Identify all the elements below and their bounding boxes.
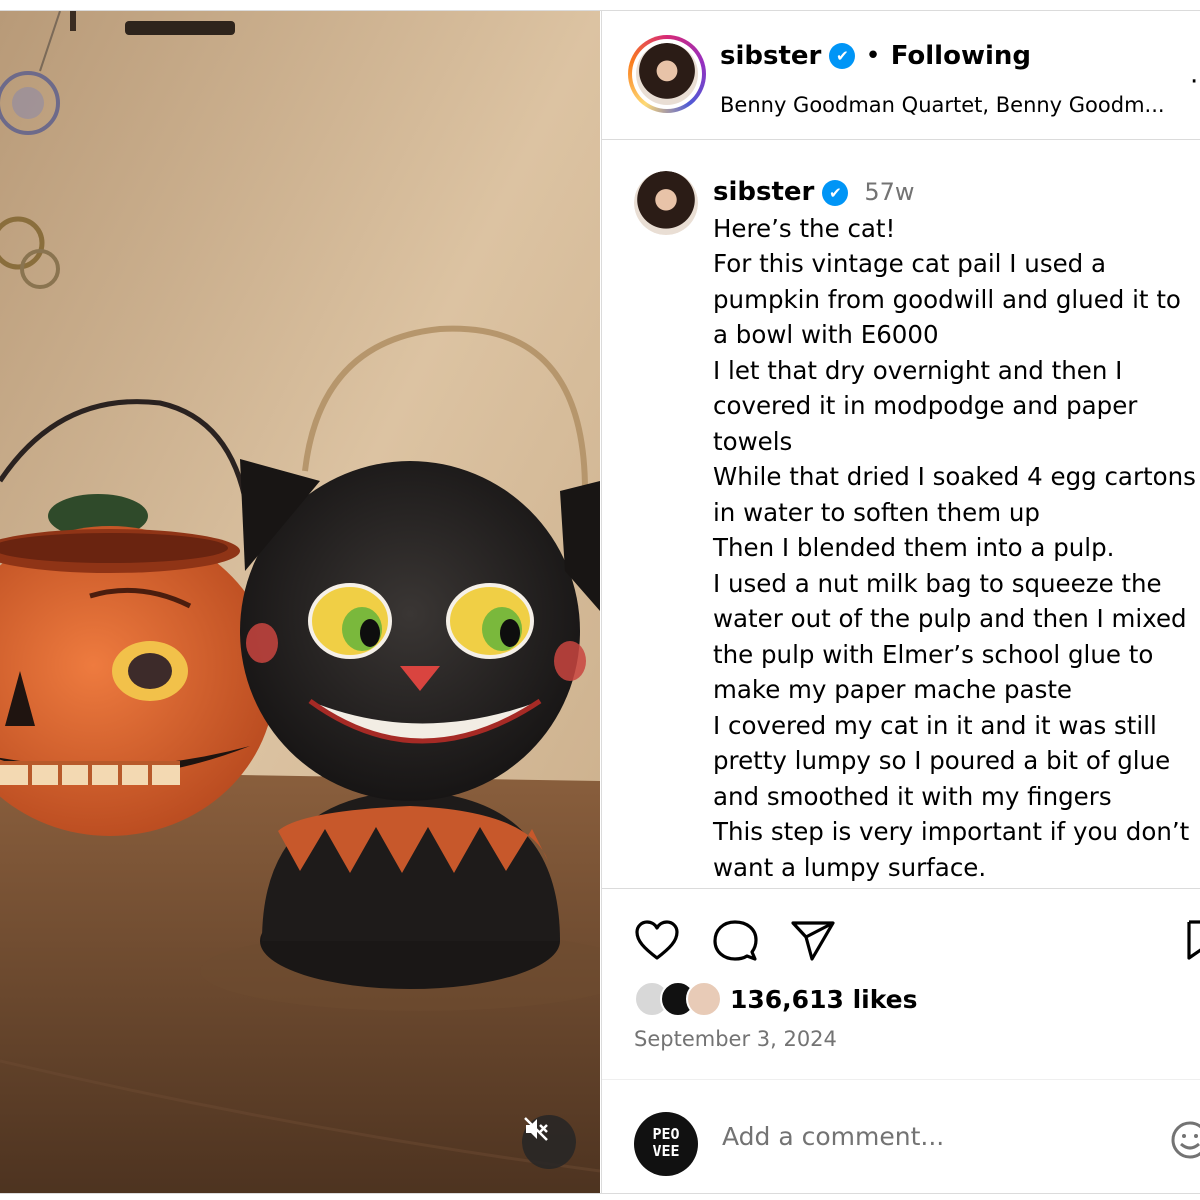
avatar-text-line: VEE — [652, 1142, 680, 1160]
post-photo — [0, 11, 600, 1193]
caption-line: Then I blended them into a pulp. — [713, 533, 1115, 562]
caption-line: While that dried I soaked 4 egg cartons — [713, 462, 1196, 491]
likes-count[interactable]: 136,613 likes — [730, 985, 918, 1014]
more-options-icon[interactable]: · — [1190, 67, 1198, 97]
bookmark-icon — [1187, 920, 1200, 960]
likes-summary[interactable]: 136,613 likes — [634, 981, 918, 1017]
muted-speaker-icon — [524, 1117, 548, 1141]
caption-line: water out of the pulp and then I mixed — [713, 604, 1187, 633]
post-media[interactable] — [0, 11, 600, 1193]
comment-composer: PEO VEE — [602, 1079, 1200, 1189]
post-sidebar: sibster ✔ • Following Benny Goodman Quar… — [601, 11, 1200, 1193]
post-age[interactable]: 57w — [864, 175, 914, 211]
post-dialog: sibster ✔ • Following Benny Goodman Quar… — [0, 10, 1200, 1194]
caption-line: I covered my cat in it and it was still — [713, 710, 1157, 740]
caption-line: I used a nut milk bag to squeeze the — [713, 568, 1162, 598]
caption-author-avatar[interactable] — [634, 171, 698, 235]
comment-input[interactable] — [722, 1122, 1142, 1151]
current-user-avatar[interactable]: PEO VEE — [634, 1112, 698, 1176]
audio-attribution[interactable]: Benny Goodman Quartet, Benny Goodm... — [720, 93, 1165, 117]
caption-line: a bowl with E6000 — [713, 320, 939, 349]
caption-line: towels — [713, 426, 793, 456]
comment-icon — [713, 920, 758, 961]
emoji-button[interactable] — [1168, 1120, 1200, 1164]
caption-line: covered it in modpodge and paper — [713, 391, 1138, 420]
caption-line: pretty lumpy so I poured a bit of glue — [713, 746, 1171, 775]
caption-line: Here’s the cat! — [713, 213, 896, 243]
author-username[interactable]: sibster — [720, 41, 821, 71]
like-button[interactable] — [634, 919, 680, 965]
caption-line: in water to soften them up — [713, 497, 1040, 527]
following-button[interactable]: Following — [891, 41, 1031, 71]
post-caption: sibster ✔ 57w Here’s the cat! For this v… — [602, 141, 1200, 887]
caption-line: I let that dry overnight and then I — [713, 355, 1123, 385]
mute-button[interactable] — [522, 1115, 576, 1169]
avatar — [634, 171, 698, 235]
caption-line: pumpkin from goodwill and glued it to — [713, 284, 1181, 314]
avatar-text-line: PEO — [652, 1125, 680, 1143]
cat-pail — [240, 459, 600, 989]
verified-badge-icon: ✔ — [822, 179, 849, 206]
author-avatar — [636, 43, 698, 105]
liker-avatar — [686, 981, 722, 1017]
emoji-icon — [1171, 1121, 1200, 1159]
save-button[interactable] — [1186, 919, 1200, 965]
caption-line: This step is very important if you don’t — [713, 817, 1190, 846]
post-actions: 136,613 likes September 3, 2024 PEO VEE — [602, 888, 1200, 1188]
post-date[interactable]: September 3, 2024 — [634, 1027, 837, 1051]
caption-line: the pulp with Elmer’s school glue to — [713, 639, 1154, 669]
caption-line: For this vintage cat pail I used a — [713, 249, 1107, 278]
comment-button[interactable] — [712, 919, 758, 967]
verified-badge-icon: ✔ — [829, 43, 856, 69]
caption-body: sibster ✔ 57w Here’s the cat! For this v… — [713, 175, 1197, 885]
caption-line: and smoothed it with my fingers — [713, 781, 1112, 811]
caption-username[interactable]: sibster — [713, 175, 814, 211]
share-icon — [791, 921, 835, 961]
post-header: sibster ✔ • Following Benny Goodman Quar… — [602, 11, 1200, 140]
caption-line: want a lumpy surface. — [713, 852, 987, 882]
author-story-ring[interactable] — [628, 35, 706, 113]
share-button[interactable] — [790, 919, 836, 967]
separator-dot: • — [865, 41, 881, 71]
heart-icon — [635, 920, 679, 960]
caption-line: make my paper mache paste — [713, 675, 1073, 704]
